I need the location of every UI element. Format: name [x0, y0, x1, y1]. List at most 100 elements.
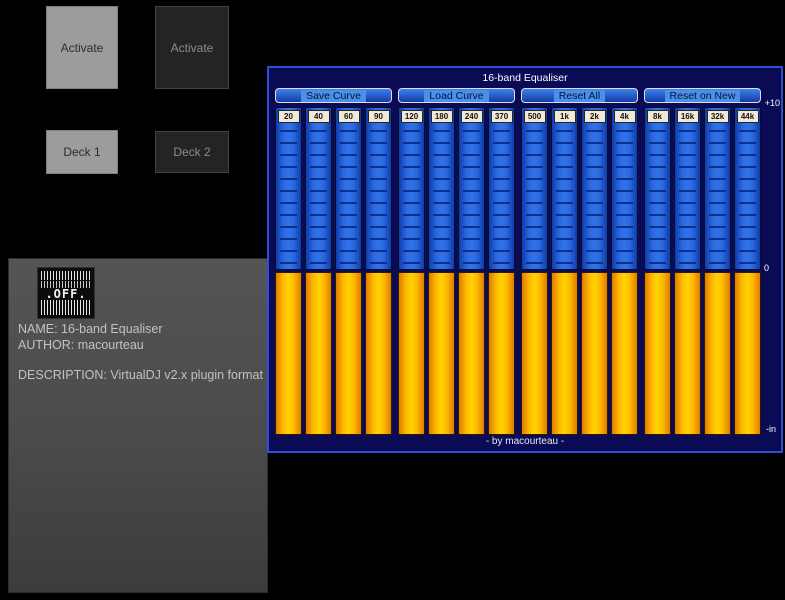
- plugin-name-text: NAME: 16-band Equaliser: [18, 322, 163, 336]
- fader-track-upper[interactable]: 44k: [734, 107, 761, 270]
- fader-tick-marks: [403, 130, 420, 266]
- eq-band-group-1: 20 40 60 90: [275, 107, 392, 435]
- fader-track-lower[interactable]: [674, 272, 701, 435]
- eq-band-group-2: 120 180 240 370: [398, 107, 515, 435]
- fader-tick-marks: [616, 130, 633, 266]
- fader-track-upper[interactable]: 32k: [704, 107, 731, 270]
- eq-button-label: Load Curve: [424, 89, 489, 102]
- fader-track-lower[interactable]: [305, 272, 332, 435]
- fader-track-upper[interactable]: 8k: [644, 107, 671, 270]
- eq-fader-120[interactable]: 120: [398, 107, 425, 435]
- fader-track-upper[interactable]: 120: [398, 107, 425, 270]
- barcode-stripes: [41, 271, 91, 280]
- fader-track-lower[interactable]: [551, 272, 578, 435]
- fader-track-upper[interactable]: 90: [365, 107, 392, 270]
- band-frequency-label: 240: [460, 110, 483, 123]
- eq-button-load-curve[interactable]: Load Curve: [398, 88, 515, 103]
- eq-fader-60[interactable]: 60: [335, 107, 362, 435]
- deck-2-button[interactable]: Deck 2: [155, 131, 229, 173]
- fader-track-upper[interactable]: 370: [488, 107, 515, 270]
- fader-track-upper[interactable]: 180: [428, 107, 455, 270]
- fader-track-lower[interactable]: [335, 272, 362, 435]
- eq-button-row: Save Curve Load Curve Reset All Reset on Ne…: [275, 88, 761, 103]
- fader-track-lower[interactable]: [458, 272, 485, 435]
- fader-track-lower[interactable]: [644, 272, 671, 435]
- band-frequency-label: 4k: [613, 110, 636, 123]
- eq-button-save-curve[interactable]: Save Curve: [275, 88, 392, 103]
- eq-slider-groups: 20 40 60 90 120 180 240 370 500 1k 2k 4k 8k 16k 32k 44k: [275, 107, 761, 435]
- eq-fader-500[interactable]: 500: [521, 107, 548, 435]
- eq-fader-20[interactable]: 20: [275, 107, 302, 435]
- activate-deck1-button[interactable]: Activate: [46, 6, 118, 89]
- eq-button-label: Reset All: [553, 89, 606, 102]
- fader-track-upper[interactable]: 4k: [611, 107, 638, 270]
- eq-fader-2k[interactable]: 2k: [581, 107, 608, 435]
- eq-button-reset-all[interactable]: Reset All: [521, 88, 638, 103]
- eq-button-label: Reset on New: [664, 89, 741, 102]
- band-frequency-label: 32k: [706, 110, 729, 123]
- eq-fader-40[interactable]: 40: [305, 107, 332, 435]
- band-frequency-label: 20: [277, 110, 300, 123]
- plugin-description-text: DESCRIPTION: VirtualDJ v2.x plugin forma…: [18, 368, 263, 382]
- plugin-off-icon: .OFF.: [37, 267, 95, 319]
- eq-button-label: Save Curve: [301, 89, 366, 102]
- eq-fader-8k[interactable]: 8k: [644, 107, 671, 435]
- fader-track-upper[interactable]: 40: [305, 107, 332, 270]
- activate-deck2-button[interactable]: Activate: [155, 6, 229, 89]
- equalizer-credit-text: - by macourteau -: [485, 436, 565, 447]
- band-frequency-label: 8k: [646, 110, 669, 123]
- fader-tick-marks: [586, 130, 603, 266]
- fader-track-lower[interactable]: [581, 272, 608, 435]
- fader-track-upper[interactable]: 240: [458, 107, 485, 270]
- fader-track-upper[interactable]: 500: [521, 107, 548, 270]
- eq-fader-90[interactable]: 90: [365, 107, 392, 435]
- fader-track-upper[interactable]: 16k: [674, 107, 701, 270]
- eq-band-group-3: 500 1k 2k 4k: [521, 107, 638, 435]
- fader-track-lower[interactable]: [275, 272, 302, 435]
- eq-fader-1k[interactable]: 1k: [551, 107, 578, 435]
- eq-button-reset-on-new[interactable]: Reset on New: [644, 88, 761, 103]
- fader-track-upper[interactable]: 2k: [581, 107, 608, 270]
- eq-fader-16k[interactable]: 16k: [674, 107, 701, 435]
- fader-track-upper[interactable]: 20: [275, 107, 302, 270]
- band-frequency-label: 370: [490, 110, 513, 123]
- band-frequency-label: 1k: [553, 110, 576, 123]
- eq-fader-180[interactable]: 180: [428, 107, 455, 435]
- fader-track-upper[interactable]: 1k: [551, 107, 578, 270]
- eq-fader-44k[interactable]: 44k: [734, 107, 761, 435]
- eq-fader-4k[interactable]: 4k: [611, 107, 638, 435]
- scale-inf-label: -in: [765, 424, 776, 434]
- plugin-icon-label: .OFF.: [45, 287, 87, 301]
- eq-fader-240[interactable]: 240: [458, 107, 485, 435]
- fader-tick-marks: [556, 130, 573, 266]
- fader-track-lower[interactable]: [365, 272, 392, 435]
- barcode-stripes: [41, 300, 91, 315]
- band-frequency-label: 16k: [676, 110, 699, 123]
- scale-plus10-label: +10: [764, 98, 780, 108]
- fader-track-lower[interactable]: [734, 272, 761, 435]
- fader-tick-marks: [493, 130, 510, 266]
- eq-fader-370[interactable]: 370: [488, 107, 515, 435]
- fader-tick-marks: [709, 130, 726, 266]
- fader-tick-marks: [679, 130, 696, 266]
- plugin-author-text: AUTHOR: macourteau: [18, 338, 144, 352]
- eq-band-group-4: 8k 16k 32k 44k: [644, 107, 761, 435]
- band-frequency-label: 2k: [583, 110, 606, 123]
- fader-track-lower[interactable]: [398, 272, 425, 435]
- fader-track-lower[interactable]: [488, 272, 515, 435]
- equalizer-window: 16-band Equaliser Save Curve Load Curve Re…: [267, 66, 783, 453]
- eq-fader-32k[interactable]: 32k: [704, 107, 731, 435]
- plugin-info-panel: .OFF. NAME: 16-band Equaliser AUTHOR: ma…: [8, 258, 268, 593]
- fader-tick-marks: [433, 130, 450, 266]
- fader-track-lower[interactable]: [428, 272, 455, 435]
- band-frequency-label: 60: [337, 110, 360, 123]
- fader-track-lower[interactable]: [704, 272, 731, 435]
- band-frequency-label: 180: [430, 110, 453, 123]
- fader-track-upper[interactable]: 60: [335, 107, 362, 270]
- fader-tick-marks: [463, 130, 480, 266]
- fader-track-lower[interactable]: [521, 272, 548, 435]
- fader-track-lower[interactable]: [611, 272, 638, 435]
- band-frequency-label: 40: [307, 110, 330, 123]
- scale-zero-label: 0: [763, 263, 769, 273]
- deck-1-button[interactable]: Deck 1: [46, 130, 118, 174]
